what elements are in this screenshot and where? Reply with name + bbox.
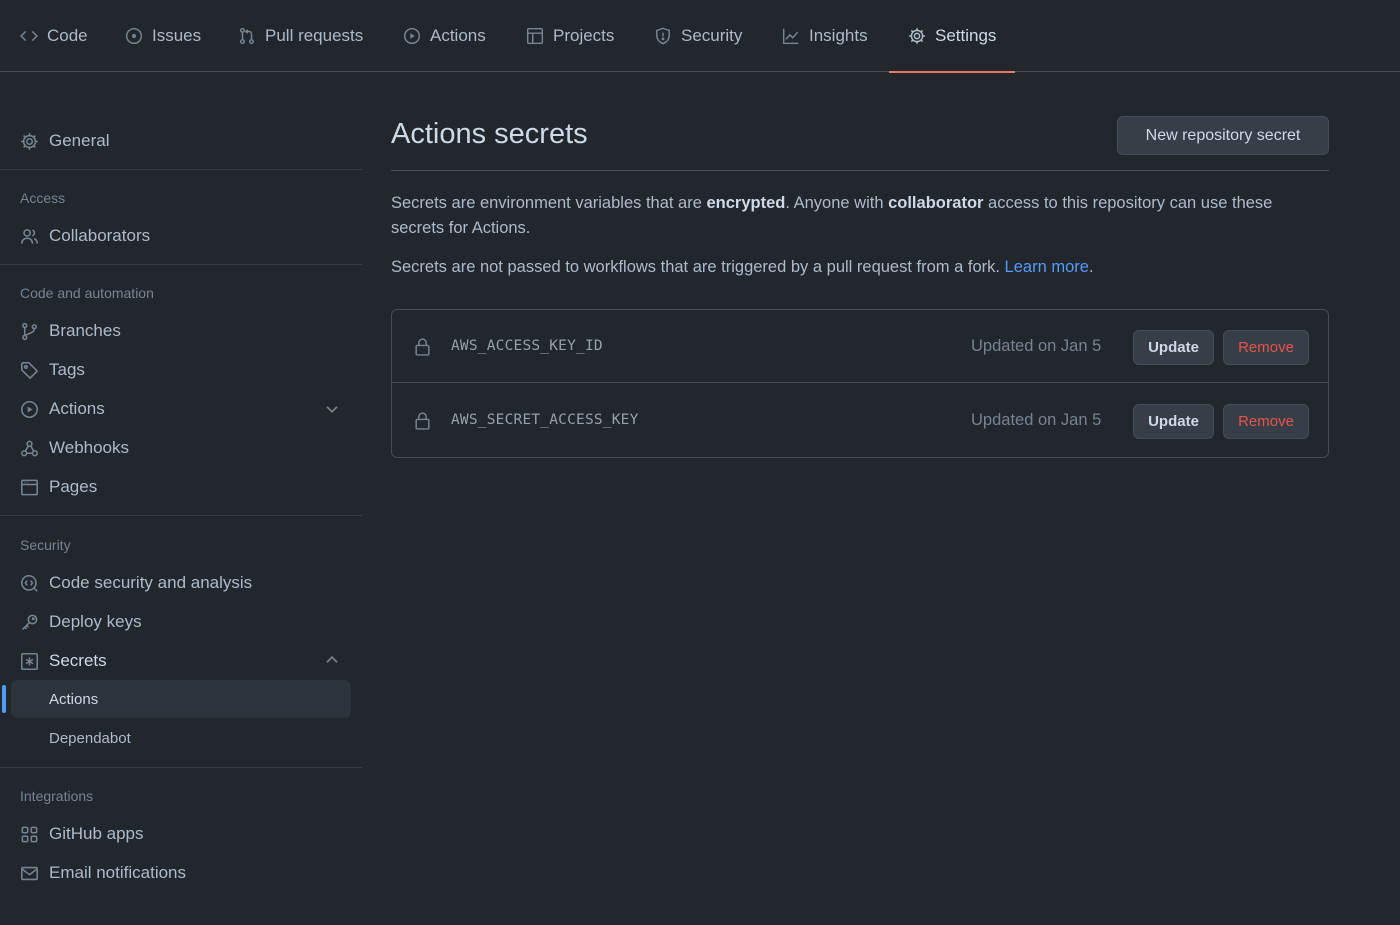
sidebar-item-github-apps[interactable]: GitHub apps [20,821,144,847]
issue-opened-icon [125,27,143,45]
learn-more-link[interactable]: Learn more [1005,258,1089,276]
secret-row: AWS_ACCESS_KEY_ID Updated on Jan 5 Updat… [392,310,1328,383]
desc-text: Secrets are not passed to workflows that… [391,258,1005,276]
tab-insights[interactable]: Insights [782,0,868,72]
sidebar-subitem-actions[interactable]: Actions [49,691,98,708]
sidebar-active-indicator [2,685,6,713]
tab-settings[interactable]: Settings [888,0,1016,73]
tab-label: Pull requests [265,26,364,45]
desc-bold-encrypted: encrypted [706,194,786,212]
tab-label: Insights [809,26,868,45]
description-fork: Secrets are not passed to workflows that… [391,255,1321,280]
sidebar-item-actions[interactable]: Actions [20,396,105,422]
secret-updated: Updated on Jan 5 [971,411,1102,429]
table-icon [526,27,544,45]
chevron-up-icon[interactable] [323,651,341,669]
desc-text: . [1088,258,1094,276]
tab-issues[interactable]: Issues [125,0,201,72]
desc-bold-collaborator: collaborator [888,194,984,212]
sidebar-item-label: Actions [49,399,105,418]
sidebar-item-code-security[interactable]: Code security and analysis [20,570,252,596]
description-encrypted: Secrets are environment variables that a… [391,191,1321,241]
remove-button[interactable]: Remove [1223,404,1309,439]
sidebar-heading-security: Security [20,537,71,553]
sidebar-item-label: Pages [49,477,98,496]
codescan-icon [20,574,39,593]
secret-row: AWS_SECRET_ACCESS_KEY Updated on Jan 5 U… [392,384,1328,457]
sidebar-divider [0,169,362,170]
lock-icon [414,411,431,430]
play-icon [20,400,39,419]
sidebar-item-webhooks[interactable]: Webhooks [20,435,129,461]
page-title: Actions secrets [391,118,588,150]
sidebar-item-label: General [49,131,110,150]
play-icon [403,27,421,45]
tab-label: Issues [152,26,202,45]
update-button[interactable]: Update [1133,330,1214,365]
tab-projects[interactable]: Projects [526,0,614,72]
sidebar-item-label: Secrets [49,651,107,670]
sidebar-item-label: Branches [49,321,121,340]
browser-icon [20,478,39,497]
sidebar-item-label: GitHub apps [49,824,144,843]
sidebar-heading-code-automation: Code and automation [20,285,154,301]
title-divider [391,170,1329,171]
new-repository-secret-button[interactable]: New repository secret [1117,116,1329,155]
sidebar-item-general[interactable]: General [20,128,109,154]
desc-text: Secrets are environment variables that a… [391,194,707,212]
sidebar-divider [0,767,362,768]
sidebar-item-secrets[interactable]: Secrets [20,648,107,674]
sidebar-item-collaborators[interactable]: Collaborators [20,223,150,249]
sidebar-item-label: Email notifications [49,863,187,882]
chevron-down-icon[interactable] [323,400,341,418]
sidebar-item-label: Webhooks [49,438,130,457]
sidebar-item-label: Deploy keys [49,612,142,631]
sidebar-divider [0,515,362,516]
sidebar-heading-access: Access [20,190,66,206]
update-button[interactable]: Update [1133,404,1214,439]
mail-icon [20,864,39,883]
tab-label: Code [47,26,88,45]
key-asterisk-icon [20,652,39,671]
sidebar-subitem-dependabot[interactable]: Dependabot [49,730,131,747]
secret-name: AWS_SECRET_ACCESS_KEY [451,412,639,428]
apps-icon [20,825,39,844]
gear-icon [20,132,39,151]
tab-security[interactable]: Security [654,0,742,72]
sidebar-item-deploy-keys[interactable]: Deploy keys [20,609,142,635]
tab-code[interactable]: Code [20,0,88,72]
webhook-icon [20,439,39,458]
sidebar-item-pages[interactable]: Pages [20,474,97,500]
repo-nav: Code Issues Pull requests Actions Projec… [0,0,1400,73]
tag-icon [20,361,39,380]
sidebar-item-email-notifications[interactable]: Email notifications [20,860,186,886]
lock-icon [414,337,431,356]
key-icon [20,613,39,632]
sidebar-heading-integrations: Integrations [20,788,94,804]
remove-button[interactable]: Remove [1223,330,1309,365]
sidebar-item-label: Collaborators [49,226,151,245]
git-branch-icon [20,322,39,341]
secrets-list: AWS_ACCESS_KEY_ID Updated on Jan 5 Updat… [391,309,1329,458]
code-icon [20,27,38,45]
sidebar-item-branches[interactable]: Branches [20,318,121,344]
tab-label: Settings [935,26,997,45]
people-icon [20,227,39,246]
tab-label: Actions [430,26,486,45]
tab-label: Security [681,26,743,45]
desc-text: . Anyone with [785,194,889,212]
sidebar-item-tags[interactable]: Tags [20,357,85,383]
secret-name: AWS_ACCESS_KEY_ID [451,338,603,354]
tab-pull-requests[interactable]: Pull requests [238,0,363,72]
tab-label: Projects [553,26,615,45]
tab-actions[interactable]: Actions [403,0,486,72]
gear-icon [908,27,926,45]
shield-icon [654,27,672,45]
graph-icon [782,27,800,45]
secret-updated: Updated on Jan 5 [971,337,1102,355]
sidebar-item-label: Tags [49,360,85,379]
git-pull-request-icon [238,27,256,45]
sidebar-item-label: Code security and analysis [49,573,253,592]
sidebar-divider [0,264,362,265]
